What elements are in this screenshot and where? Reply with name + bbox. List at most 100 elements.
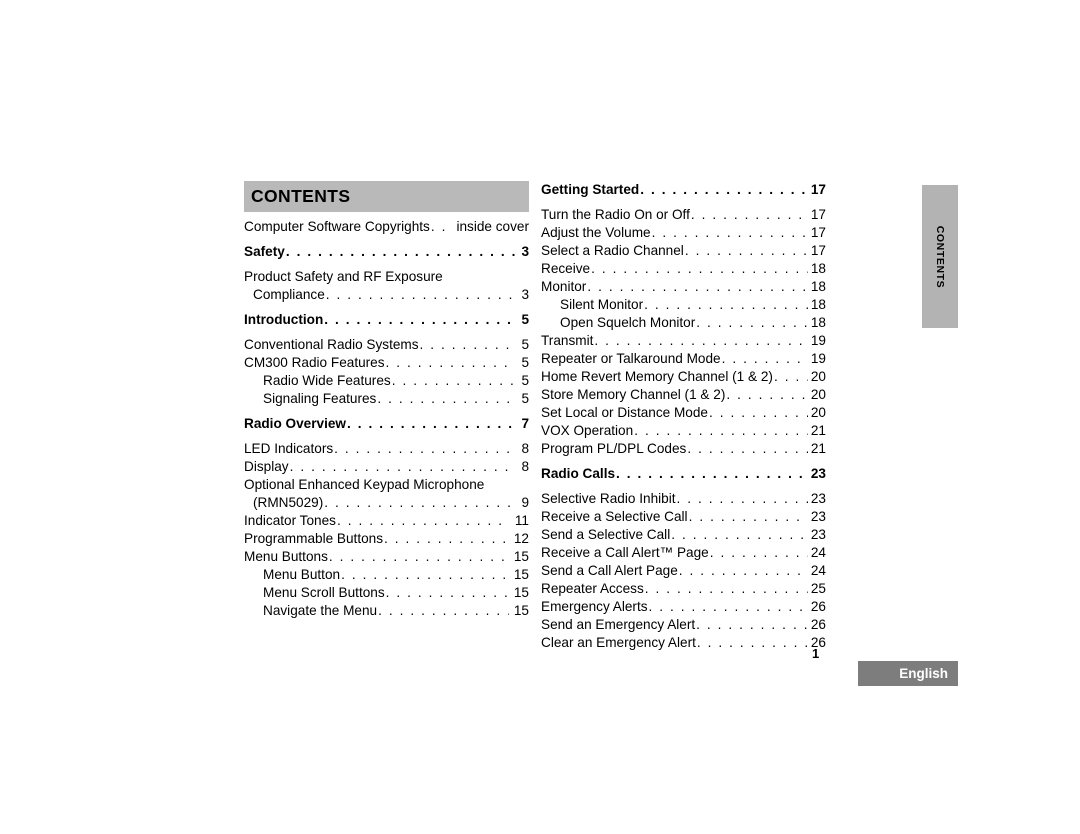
toc-entry[interactable]: Program PL/DPL Codes 21 (541, 440, 826, 458)
toc-entry-page: 15 (513, 549, 529, 564)
toc-entry-label: Optional Enhanced Keypad Microphone (244, 477, 485, 492)
toc-entry-label: Select a Radio Channel (541, 243, 684, 258)
toc-entry-label: Silent Monitor (560, 297, 644, 312)
toc-entry[interactable]: Radio Wide Features 5 (244, 372, 529, 390)
toc-entry-page: 17 (810, 207, 826, 222)
toc-entry[interactable]: Select a Radio Channel 17 (541, 242, 826, 260)
toc-leader-dots (696, 314, 808, 332)
toc-leader-dots (645, 580, 808, 598)
toc-entry[interactable]: Send a Call Alert Page 24 (541, 562, 826, 580)
toc-column-left: CONTENTS Computer Software Copyrights ins… (244, 181, 529, 620)
toc-entry[interactable]: Turn the Radio On or Off 17 (541, 206, 826, 224)
toc-entry-list-left: Computer Software Copyrights inside cover… (244, 218, 529, 620)
toc-entry[interactable]: Set Local or Distance Mode 20 (541, 404, 826, 422)
toc-entry[interactable]: LED Indicators 8 (244, 440, 529, 458)
toc-leader-dots (392, 372, 515, 390)
toc-leader-dots (591, 260, 808, 278)
toc-entry-page: 24 (810, 545, 826, 560)
toc-leader-dots (640, 181, 808, 199)
toc-entry[interactable]: Menu Buttons 15 (244, 548, 529, 566)
toc-leader-dots (324, 311, 515, 329)
toc-leader-dots (616, 465, 808, 483)
toc-entry[interactable]: Compliance 3 (244, 286, 529, 304)
toc-entry-page: 23 (810, 509, 826, 524)
toc-leader-dots (386, 354, 515, 372)
toc-entry-label: Adjust the Volume (541, 225, 651, 240)
toc-entry-page: 25 (810, 581, 826, 596)
toc-entry[interactable]: Computer Software Copyrights inside cover (244, 218, 529, 236)
toc-entry[interactable]: Selective Radio Inhibit 23 (541, 490, 826, 508)
toc-leader-dots (420, 336, 515, 354)
toc-entry[interactable]: Radio Overview 7 (244, 415, 529, 433)
toc-entry-page: 7 (521, 416, 529, 431)
toc-entry[interactable]: VOX Operation 21 (541, 422, 826, 440)
page-title: CONTENTS (251, 186, 351, 206)
toc-entry-label: Open Squelch Monitor (560, 315, 696, 330)
toc-entry-label: Programmable Buttons (244, 531, 384, 546)
toc-leader-dots (677, 490, 808, 508)
toc-entry-page: 8 (521, 459, 529, 474)
toc-entry-label: CM300 Radio Features (244, 355, 385, 370)
toc-entry-label: (RMN5029) (253, 495, 324, 510)
toc-entry[interactable]: (RMN5029) 9 (244, 494, 529, 512)
toc-entry-page: 18 (810, 315, 826, 330)
toc-entry[interactable]: Getting Started 17 (541, 181, 826, 199)
toc-leader-dots (697, 634, 808, 652)
toc-entry[interactable]: Menu Button 15 (244, 566, 529, 584)
toc-entry[interactable]: Open Squelch Monitor 18 (541, 314, 826, 332)
toc-entry-page: 19 (810, 351, 826, 366)
toc-leader-dots (687, 440, 808, 458)
toc-leader-dots (594, 332, 808, 350)
toc-entry[interactable]: Indicator Tones 11 (244, 512, 529, 530)
toc-entry[interactable]: Signaling Features 5 (244, 390, 529, 408)
toc-entry[interactable]: Silent Monitor 18 (541, 296, 826, 314)
toc-entry-label: Introduction (244, 312, 324, 327)
toc-entry[interactable]: Receive a Selective Call 23 (541, 508, 826, 526)
toc-entry[interactable]: Receive 18 (541, 260, 826, 278)
toc-entry-page: 12 (513, 531, 529, 546)
toc-entry-page: 5 (521, 312, 529, 327)
toc-entry[interactable]: Introduction 5 (244, 311, 529, 329)
toc-entry[interactable]: Adjust the Volume 17 (541, 224, 826, 242)
toc-entry-page: 15 (513, 567, 529, 582)
toc-entry-label: Send a Call Alert Page (541, 563, 678, 578)
toc-entry[interactable]: Emergency Alerts 26 (541, 598, 826, 616)
toc-entry[interactable]: Transmit 19 (541, 332, 826, 350)
toc-entry[interactable]: Repeater or Talkaround Mode 19 (541, 350, 826, 368)
toc-entry[interactable]: Programmable Buttons 12 (244, 530, 529, 548)
toc-leader-dots (679, 562, 808, 580)
toc-entry[interactable]: Monitor 18 (541, 278, 826, 296)
toc-leader-dots (384, 530, 509, 548)
toc-leader-dots (685, 242, 808, 260)
toc-entry-label: Radio Calls (541, 466, 616, 481)
toc-entry[interactable]: Menu Scroll Buttons 15 (244, 584, 529, 602)
toc-entry-label: Set Local or Distance Mode (541, 405, 708, 420)
toc-entry-label: Getting Started (541, 182, 640, 197)
toc-entry-page: 8 (521, 441, 529, 456)
toc-entry[interactable]: Safety 3 (244, 243, 529, 261)
toc-entry-label: Send a Selective Call (541, 527, 671, 542)
toc-entry[interactable]: Radio Calls 23 (541, 465, 826, 483)
toc-entry[interactable]: Clear an Emergency Alert26 (541, 634, 826, 652)
toc-leader-dots (644, 296, 808, 314)
toc-entry[interactable]: Optional Enhanced Keypad Microphone (244, 476, 529, 494)
toc-entry[interactable]: Store Memory Channel (1 & 2) 20 (541, 386, 826, 404)
toc-entry-label: Conventional Radio Systems (244, 337, 419, 352)
toc-entry-page: 5 (521, 355, 529, 370)
toc-entry-label: Computer Software Copyrights (244, 219, 430, 234)
toc-entry[interactable]: Send a Selective Call 23 (541, 526, 826, 544)
toc-entry[interactable]: Conventional Radio Systems 5 (244, 336, 529, 354)
toc-entry[interactable]: Send an Emergency Alert 26 (541, 616, 826, 634)
toc-entry-label: Selective Radio Inhibit (541, 491, 676, 506)
toc-entry[interactable]: Home Revert Memory Channel (1 & 2) 20 (541, 368, 826, 386)
toc-entry[interactable]: Receive a Call Alert™ Page 24 (541, 544, 826, 562)
toc-entry[interactable]: Navigate the Menu 15 (244, 602, 529, 620)
toc-entry[interactable]: Product Safety and RF Exposure (244, 268, 529, 286)
toc-entry-page: 5 (521, 373, 529, 388)
toc-leader-dots (337, 512, 510, 530)
toc-entry-page: 5 (521, 337, 529, 352)
toc-entry[interactable]: Repeater Access 25 (541, 580, 826, 598)
toc-entry[interactable]: CM300 Radio Features 5 (244, 354, 529, 372)
toc-entry[interactable]: Display 8 (244, 458, 529, 476)
section-side-tab-label: CONTENTS (934, 225, 946, 288)
